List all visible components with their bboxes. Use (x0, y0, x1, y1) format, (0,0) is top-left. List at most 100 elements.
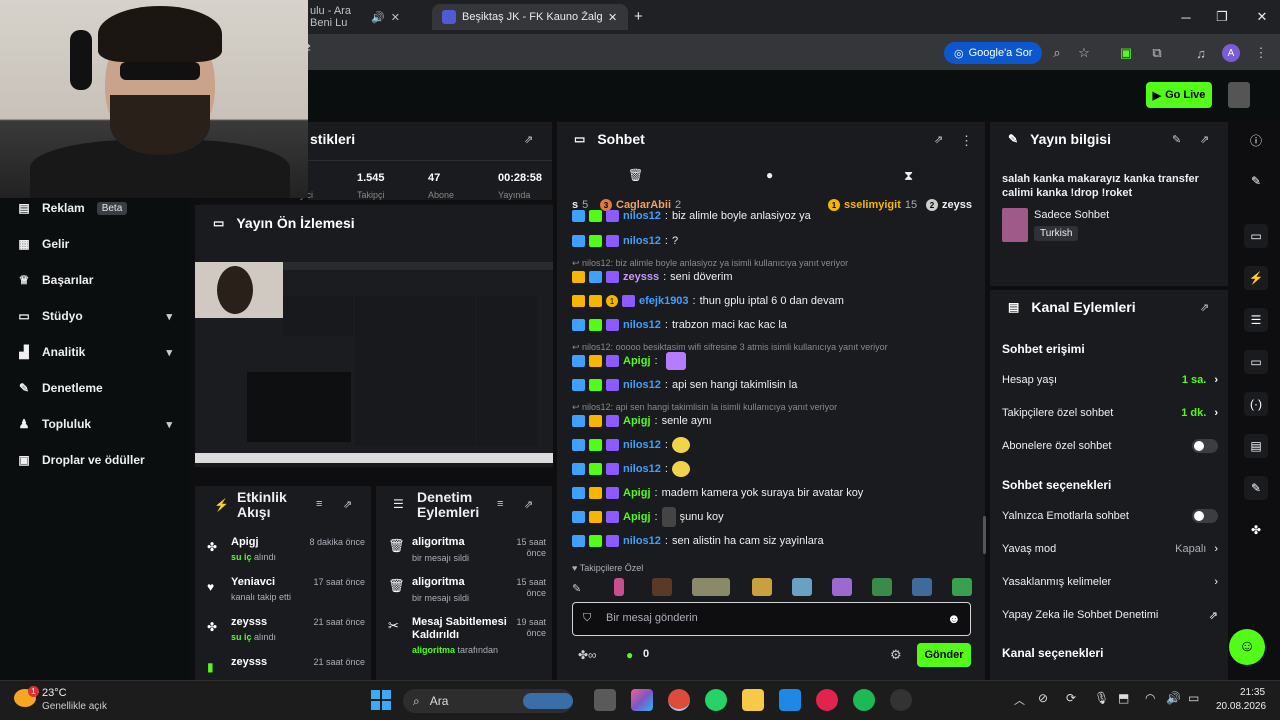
weather-desc[interactable]: Genellikle açık (42, 701, 107, 712)
chat-username[interactable]: nilos12 (623, 319, 661, 331)
chat-username[interactable]: nilos12 (623, 439, 661, 451)
chat-settings-icon[interactable]: ⚙ (890, 647, 902, 663)
emote[interactable] (912, 578, 932, 596)
extensions-icon[interactable]: ⧉ (1148, 44, 1166, 62)
wrench-icon[interactable]: ✎ (1244, 476, 1268, 500)
emote-only-toggle[interactable] (1192, 509, 1218, 523)
popout-icon[interactable]: ⇗ (1200, 133, 1209, 146)
chat-username[interactable]: zeysss (623, 271, 659, 283)
chat-widget-icon[interactable]: ▭ (1244, 350, 1268, 374)
filter-icon[interactable]: ≡ (497, 498, 503, 510)
drops-icon[interactable]: ✤ (1244, 518, 1268, 542)
chat-username[interactable]: nilos12 (623, 463, 661, 475)
chat-username[interactable]: nilos12 (623, 379, 661, 391)
tray-sync-icon[interactable]: ⟳ (1066, 691, 1076, 705)
clock-date[interactable]: 20.08.2026 (1216, 701, 1266, 712)
embed-icon[interactable]: (·) (1244, 392, 1268, 416)
sidebar-item-analitik[interactable]: ▟ Analitik ▾ (18, 334, 178, 370)
google-ask-button[interactable]: ◎ Google'a Sor (944, 42, 1043, 64)
sidebar-item-droplar[interactable]: ▣ Droplar ve ödüller (18, 442, 178, 478)
chat-username[interactable]: nilos12 (623, 210, 661, 222)
chat-username[interactable]: Apigj (623, 415, 651, 427)
kick-extension-icon[interactable]: ▣ (1117, 44, 1135, 62)
clock-time[interactable]: 21:35 (1240, 687, 1265, 698)
tray-icon[interactable]: ⊘ (1038, 691, 1048, 705)
emote[interactable] (692, 578, 730, 596)
edit-icon[interactable]: ✎ (1244, 169, 1268, 193)
top-chatter[interactable]: 2 zeyss (926, 198, 972, 212)
new-tab-button[interactable]: + (634, 8, 643, 25)
popout-icon[interactable]: ⇗ (524, 498, 533, 511)
preview-widget-icon[interactable]: ▭ (1244, 224, 1268, 248)
chat-bubble-icon[interactable]: ● (766, 168, 773, 182)
category-name[interactable]: Sadece Sohbet (1034, 209, 1109, 221)
stream-preview-video[interactable] (195, 262, 553, 463)
list-icon[interactable]: ☰ (1244, 308, 1268, 332)
bookmark-star-icon[interactable]: ☆ (1075, 44, 1093, 62)
zoom-icon[interactable]: ⌕ (1048, 44, 1066, 62)
subs-only-toggle[interactable] (1192, 439, 1218, 453)
filter-icon[interactable]: ≡ (316, 498, 322, 510)
wifi-icon[interactable]: ◠ (1145, 691, 1155, 705)
drops-infinity-icon[interactable]: ✤∞ (578, 648, 597, 662)
chat-username[interactable]: nilos12 (623, 535, 661, 547)
emote[interactable] (752, 578, 772, 596)
user-avatar[interactable] (1228, 82, 1250, 108)
sidebar-item-studyo[interactable]: ▭ Stüdyo ▾ (18, 298, 178, 334)
browser-menu-icon[interactable]: ⋮ (1252, 44, 1270, 62)
chat-username[interactable]: nilos12 (623, 235, 661, 247)
sidebar-item-basarilar[interactable]: ♕ Başarılar (18, 262, 178, 298)
emote[interactable] (792, 578, 812, 596)
emote[interactable] (614, 578, 624, 596)
tray-update-icon[interactable]: ⬒ (1118, 691, 1129, 705)
sidebar-item-denetleme[interactable]: ✎ Denetleme (18, 370, 178, 406)
chrome-icon[interactable] (668, 689, 690, 711)
start-button[interactable] (371, 690, 391, 710)
hourglass-icon[interactable]: ⧗ (904, 168, 913, 184)
emote[interactable] (652, 578, 672, 596)
taskbar-search[interactable]: ⌕ Ara (403, 689, 573, 713)
copilot-icon[interactable] (631, 689, 653, 711)
send-button[interactable]: Gönder (917, 643, 971, 667)
emote-tab-icon[interactable]: ✎ (572, 582, 581, 595)
minimize-icon[interactable]: ─ (1168, 0, 1204, 34)
maximize-icon[interactable]: ❐ (1204, 0, 1240, 34)
emote[interactable] (952, 578, 972, 596)
chat-input[interactable]: Bir mesaj gönderin (606, 612, 698, 624)
file-explorer-icon[interactable] (742, 689, 764, 711)
popout-icon[interactable]: ⇗ (524, 133, 533, 146)
go-live-button[interactable]: ▶ Go Live (1146, 82, 1212, 108)
actions-widget-icon[interactable]: ▤ (1244, 434, 1268, 458)
browser-tab-match[interactable]: Beşiktaş JK - FK Kauno Žalgiris ✕ (432, 4, 628, 30)
popout-icon[interactable]: ⇗ (343, 498, 352, 511)
support-chat-button[interactable]: ☺ (1229, 629, 1265, 665)
ai-moderation-row[interactable]: Yapay Zeka ile Sohbet Denetimi ⇗ (1002, 604, 1218, 626)
chat-username[interactable]: Apigj (623, 487, 651, 499)
info-icon[interactable]: ⓘ (1244, 128, 1268, 152)
tray-chevron-icon[interactable]: ︿ (1014, 692, 1025, 708)
browser-tab-music[interactable]: ulu - Ara Beni Lu 🔊 ✕ (300, 4, 410, 30)
chat-username[interactable]: efejk1903 (639, 295, 689, 307)
spotify-icon[interactable] (853, 689, 875, 711)
chat-username[interactable]: Apigj (623, 511, 651, 523)
banned-words-row[interactable]: Yasaklanmış kelimeler › (1002, 571, 1218, 593)
lightning-icon[interactable]: ⚡ (1244, 266, 1268, 290)
weather-temp[interactable]: 23°C (42, 687, 67, 699)
chat-username[interactable]: Apigj (623, 355, 651, 367)
close-window-icon[interactable]: ✕ (1244, 0, 1280, 34)
battery-icon[interactable]: ▭ (1188, 691, 1199, 705)
edit-icon[interactable]: ✎ (1172, 133, 1181, 146)
account-age-row[interactable]: Hesap yaşı 1 sa. › (1002, 369, 1218, 391)
volume-icon[interactable]: 🔊 (1166, 691, 1181, 705)
microphone-icon[interactable]: 🎙 (1094, 691, 1109, 705)
top-chatter[interactable]: 1 sselimyigit 15 (828, 198, 917, 212)
steam-icon[interactable] (890, 689, 912, 711)
task-view-icon[interactable] (594, 689, 616, 711)
close-icon[interactable]: ✕ (608, 11, 617, 24)
category-thumbnail[interactable] (1002, 208, 1028, 242)
emote[interactable] (832, 578, 852, 596)
followers-only-row[interactable]: Takipçilere özel sohbet 1 dk. › (1002, 402, 1218, 424)
chat-scrollbar[interactable] (983, 516, 986, 554)
slow-mode-row[interactable]: Yavaş mod Kapalı › (1002, 538, 1218, 560)
emote[interactable] (872, 578, 892, 596)
